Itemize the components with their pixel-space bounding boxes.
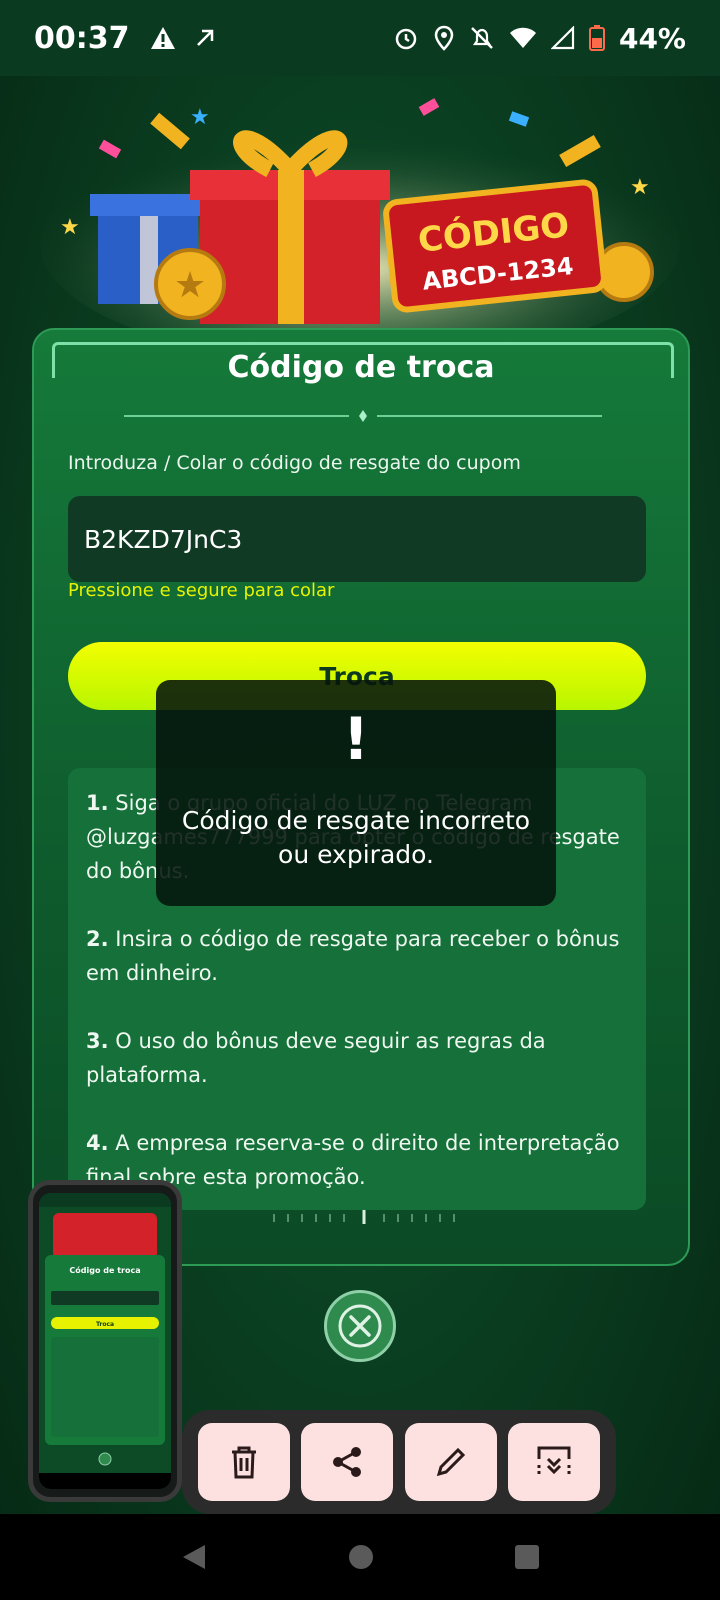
signal-icon — [550, 26, 575, 50]
share-icon — [333, 1447, 362, 1477]
status-right-icons: 44% — [393, 22, 686, 55]
delete-button[interactable] — [197, 1423, 290, 1501]
status-time: 00:37 — [34, 20, 130, 56]
redeem-code-input[interactable]: B2KZD7JnC3 — [68, 496, 646, 582]
back-icon[interactable] — [179, 1542, 209, 1572]
home-icon[interactable] — [347, 1543, 375, 1571]
rule-item: 2. Insira o código de resgate para receb… — [86, 927, 620, 985]
gift-banner: ★ CÓDIGO ABCD-1234 ★ ★ ★ — [40, 98, 680, 344]
arrow-icon — [196, 29, 213, 46]
thumbnail-title: Código de troca — [69, 1265, 140, 1275]
recents-icon[interactable] — [513, 1543, 541, 1571]
screenshot-thumbnail[interactable]: Código de troca Troca — [28, 1180, 182, 1502]
scroll-indicator — [273, 1210, 455, 1224]
scroll-capture-icon — [537, 1446, 571, 1476]
edit-button[interactable] — [404, 1423, 497, 1501]
title-divider — [124, 410, 602, 422]
thumbnail-button-label: Troca — [96, 1321, 114, 1328]
rule-item: 3. O uso do bônus deve seguir as regras … — [86, 1029, 546, 1087]
battery-icon — [588, 25, 605, 51]
screenshot-action-bar — [182, 1410, 616, 1514]
svg-text:★: ★ — [60, 215, 80, 240]
alarm-icon — [395, 28, 417, 50]
paste-hint: Pressione e segure para colar — [68, 580, 335, 601]
status-bar: 00:37 44% — [0, 0, 720, 76]
thumbnail-preview: Código de troca Troca — [39, 1193, 171, 1489]
close-icon — [338, 1304, 382, 1348]
svg-text:★: ★ — [174, 265, 206, 306]
battery-percent: 44% — [618, 21, 686, 55]
thumbnail-image: Código de troca Troca — [39, 1193, 171, 1489]
svg-text:★: ★ — [190, 105, 210, 130]
toast-message: Código de resgate incorreto ou expirado. — [181, 806, 531, 869]
wifi-icon — [509, 27, 536, 48]
location-icon — [434, 25, 454, 51]
share-button[interactable] — [301, 1423, 394, 1501]
close-button[interactable] — [324, 1290, 396, 1362]
error-toast: ! Código de resgate incorreto ou expirad… — [156, 680, 556, 906]
trash-icon — [231, 1446, 256, 1479]
card-title: Código de troca — [227, 350, 495, 385]
pencil-icon — [436, 1447, 465, 1477]
status-left-icons — [150, 26, 216, 50]
system-nav-bar — [0, 1514, 720, 1600]
bell-off-icon — [471, 27, 493, 49]
exclamation-icon: ! — [342, 705, 370, 773]
scroll-capture-button[interactable] — [508, 1423, 601, 1501]
svg-text:★: ★ — [630, 175, 650, 200]
code-input-label: Introduza / Colar o código de resgate do… — [68, 452, 521, 474]
warning-icon — [150, 27, 175, 49]
